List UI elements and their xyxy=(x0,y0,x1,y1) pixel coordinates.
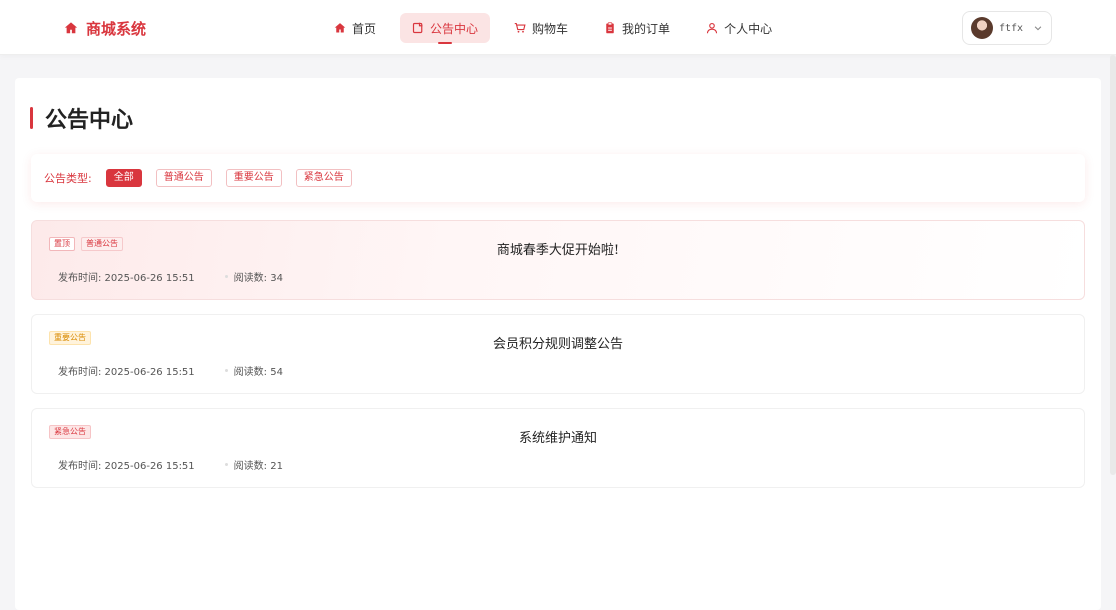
filter-chip-all[interactable]: 全部 xyxy=(105,169,142,187)
notice-title[interactable]: 会员积分规则调整公告 xyxy=(32,333,1084,352)
cart-icon xyxy=(514,22,526,33)
nav-item-label: 公告中心 xyxy=(430,21,479,36)
publish-time: 发布时间: 2025-06-26 15:51 xyxy=(58,367,195,378)
notice-title[interactable]: 商城春季大促开始啦! xyxy=(32,239,1084,258)
nav-item-label: 购物车 xyxy=(532,21,569,36)
user-menu[interactable]: ftfx xyxy=(962,11,1052,45)
notice-card[interactable]: 紧急公告 系统维护通知 发布时间: 2025-06-26 15:51 阅读数: … xyxy=(31,408,1085,488)
filter-label: 公告类型: xyxy=(44,172,92,185)
notice-title[interactable]: 系统维护通知 xyxy=(32,427,1084,446)
nav-item-label: 个人中心 xyxy=(724,21,773,36)
home-icon xyxy=(64,22,78,34)
view-count: 阅读数: 21 xyxy=(233,461,283,472)
nav-item-label: 首页 xyxy=(352,21,377,36)
notice-meta: 发布时间: 2025-06-26 15:51 阅读数: 34 xyxy=(58,269,283,284)
scrollbar[interactable] xyxy=(1110,55,1116,475)
order-icon xyxy=(606,22,614,34)
filter-chip-urgent[interactable]: 紧急公告 xyxy=(295,169,352,187)
page-title-text: 公告中心 xyxy=(45,108,134,133)
home-icon xyxy=(334,23,346,33)
view-count: 阅读数: 54 xyxy=(233,367,283,378)
page-title: 公告中心 xyxy=(30,103,133,133)
notice-card[interactable]: 置顶 普通公告 商城春季大促开始啦! 发布时间: 2025-06-26 15:5… xyxy=(31,220,1085,300)
top-navbar: 商城系统 首页 公告中心 购物车 我的订单 个人中心 ftfx xyxy=(0,0,1116,55)
notice-meta: 发布时间: 2025-06-26 15:51 阅读数: 21 xyxy=(58,457,283,472)
publish-time: 发布时间: 2025-06-26 15:51 xyxy=(58,273,195,284)
filter-chip-normal[interactable]: 普通公告 xyxy=(155,169,212,187)
nav-item-label: 我的订单 xyxy=(622,21,671,36)
title-accent-bar xyxy=(30,107,33,129)
avatar xyxy=(971,17,993,39)
username: ftfx xyxy=(999,22,1024,34)
notice-meta: 发布时间: 2025-06-26 15:51 阅读数: 54 xyxy=(58,363,283,378)
publish-time: 发布时间: 2025-06-26 15:51 xyxy=(58,461,195,472)
chevron-down-icon xyxy=(1034,26,1042,31)
filter-chip-important[interactable]: 重要公告 xyxy=(225,169,282,187)
nav-item-profile[interactable]: 个人中心 xyxy=(694,13,784,43)
separator-dot xyxy=(224,369,228,372)
user-icon xyxy=(707,22,718,34)
nav-item-orders[interactable]: 我的订单 xyxy=(592,13,682,43)
separator-dot xyxy=(224,463,228,466)
nav-item-cart[interactable]: 购物车 xyxy=(502,13,580,43)
notice-panel: 公告中心 公告类型: 全部 普通公告 重要公告 紧急公告 置顶 普通公告 商城春… xyxy=(15,78,1101,610)
main-nav: 首页 公告中心 购物车 我的订单 个人中心 xyxy=(322,12,784,44)
notice-icon xyxy=(412,22,423,34)
nav-item-notices[interactable]: 公告中心 xyxy=(400,13,491,43)
notice-card[interactable]: 重要公告 会员积分规则调整公告 发布时间: 2025-06-26 15:51 阅… xyxy=(31,314,1085,394)
notice-type-filter: 公告类型: 全部 普通公告 重要公告 紧急公告 xyxy=(31,154,1085,202)
brand-logo[interactable]: 商城系统 xyxy=(64,16,146,40)
brand-title: 商城系统 xyxy=(86,19,147,38)
nav-item-home[interactable]: 首页 xyxy=(322,13,388,43)
separator-dot xyxy=(224,275,228,278)
view-count: 阅读数: 34 xyxy=(233,273,283,284)
